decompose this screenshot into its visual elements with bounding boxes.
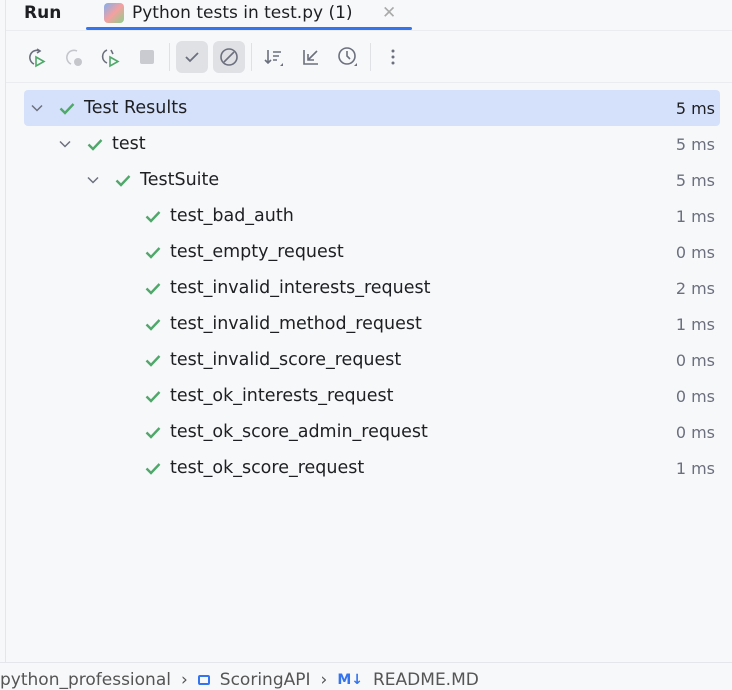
rerun-automatically-button[interactable] (94, 41, 126, 73)
tree-row[interactable]: Test Results 5 ms (24, 90, 720, 126)
test-duration: 0 ms (675, 350, 715, 370)
breadcrumb: python_professional › ScoringAPI › M↓ RE… (0, 670, 479, 690)
breadcrumb-folder[interactable]: ScoringAPI (220, 670, 311, 690)
divider (6, 82, 732, 83)
history-button[interactable] (332, 41, 364, 73)
test-name: test_invalid_method_request (170, 314, 422, 334)
test-name: test_invalid_score_request (170, 350, 402, 370)
test-name: test (112, 134, 146, 154)
tree-row[interactable]: TestSuite 5 ms (24, 162, 720, 198)
chevron-down-icon[interactable] (58, 137, 72, 151)
module-icon (197, 675, 210, 685)
stop-button[interactable] (131, 41, 163, 73)
breadcrumb-file[interactable]: README.MD (373, 670, 479, 690)
status-divider (0, 662, 732, 663)
chevron-right-icon: › (180, 670, 188, 690)
rerun-icon (29, 48, 46, 68)
rerun-button[interactable] (20, 41, 52, 73)
sort-button[interactable] (258, 41, 290, 73)
ignored-icon (220, 48, 238, 66)
tab-python-tests[interactable]: Python tests in test.py (1) (104, 2, 353, 24)
show-ignored-toggle[interactable] (213, 41, 245, 73)
auto-rerun-icon (101, 49, 120, 68)
test-duration: 0 ms (675, 242, 715, 262)
show-passed-toggle[interactable] (176, 41, 208, 73)
passed-check-icon (59, 103, 75, 115)
passed-check-icon (145, 355, 161, 367)
test-name: test_ok_score_admin_request (170, 422, 428, 442)
close-icon[interactable]: ✕ (382, 2, 396, 24)
toolbar-separator (370, 43, 371, 71)
tree-row[interactable]: test_bad_auth 1 ms (24, 198, 720, 234)
passed-check-icon (145, 463, 161, 475)
sort-icon (264, 50, 283, 66)
collapse-button[interactable] (295, 41, 327, 73)
clock-icon (338, 47, 357, 66)
test-duration: 1 ms (675, 458, 715, 478)
collapse-icon (303, 50, 318, 65)
toolbar-separator (169, 43, 170, 71)
stop-icon (140, 50, 154, 64)
test-results-tree: Test Results 5 ms test 5 ms TestSuite 5 ms tes… (24, 90, 720, 486)
test-duration: 5 ms (675, 98, 715, 118)
tree-row[interactable]: test_invalid_method_request 1 ms (24, 306, 720, 342)
panel-border (5, 0, 6, 662)
test-duration: 2 ms (675, 278, 715, 298)
test-name: test_ok_score_request (170, 458, 365, 478)
tree-row[interactable]: test_ok_interests_request 0 ms (24, 378, 720, 414)
test-name: test_ok_interests_request (170, 386, 394, 406)
rerun-failed-icon (66, 49, 82, 66)
tab-run[interactable]: Run (24, 2, 61, 24)
test-name: test_empty_request (170, 242, 344, 262)
passed-check-icon (145, 211, 161, 223)
tree-row[interactable]: test_invalid_interests_request 2 ms (24, 270, 720, 306)
test-duration: 5 ms (675, 134, 715, 154)
passed-check-icon (145, 391, 161, 403)
more-icon (391, 49, 395, 65)
passed-check-icon (145, 283, 161, 295)
test-duration: 0 ms (675, 386, 715, 406)
tree-row[interactable]: test 5 ms (24, 126, 720, 162)
divider (6, 30, 732, 31)
test-name: TestSuite (140, 170, 220, 190)
toolbar-separator (251, 43, 252, 71)
tree-row[interactable]: test_invalid_score_request 0 ms (24, 342, 720, 378)
tree-row[interactable]: test_ok_score_admin_request 0 ms (24, 414, 720, 450)
more-button[interactable] (377, 41, 409, 73)
tab-bar: Run Python tests in test.py (1) ✕ (0, 2, 732, 26)
python-test-icon (104, 3, 124, 23)
breadcrumb-project[interactable]: python_professional (0, 670, 171, 690)
chevron-down-icon[interactable] (86, 173, 100, 187)
test-name: test_bad_auth (170, 206, 294, 226)
toolbar (20, 40, 414, 74)
test-duration: 5 ms (675, 170, 715, 190)
check-icon (185, 52, 199, 63)
markdown-icon: M↓ (337, 672, 363, 688)
passed-check-icon (145, 427, 161, 439)
test-name: Test Results (84, 98, 188, 118)
passed-check-icon (145, 247, 161, 259)
tree-row[interactable]: test_empty_request 0 ms (24, 234, 720, 270)
test-duration: 1 ms (675, 206, 715, 226)
test-duration: 1 ms (675, 314, 715, 334)
test-duration: 0 ms (675, 422, 715, 442)
chevron-right-icon: › (320, 670, 328, 690)
chevron-down-icon[interactable] (30, 101, 44, 115)
passed-check-icon (115, 175, 131, 187)
tab-label: Python tests in test.py (1) (132, 3, 353, 23)
tree-row[interactable]: test_ok_score_request 1 ms (24, 450, 720, 486)
rerun-failed-button[interactable] (57, 41, 89, 73)
passed-check-icon (87, 139, 103, 151)
passed-check-icon (145, 319, 161, 331)
test-name: test_invalid_interests_request (170, 278, 431, 298)
